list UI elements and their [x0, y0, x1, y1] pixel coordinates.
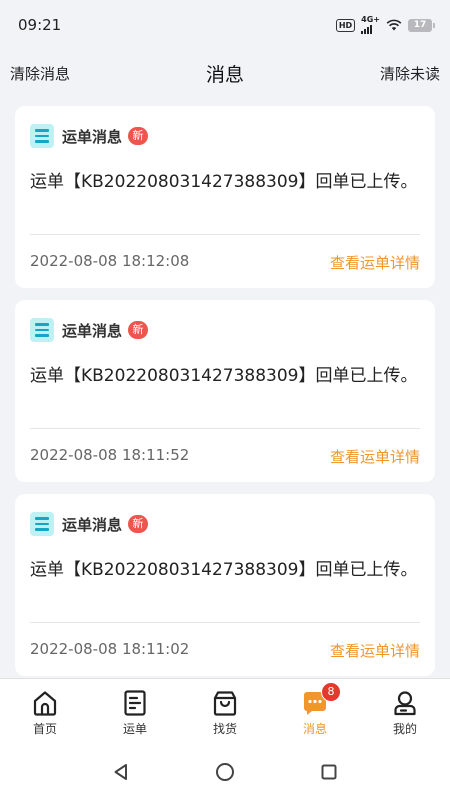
home-icon — [33, 691, 57, 716]
system-nav-bar — [0, 744, 450, 800]
message-card[interactable]: 运单消息 新 运单【KB202208031427388309】回单已上传。 20… — [15, 106, 435, 288]
message-time: 2022-08-08 18:11:02 — [30, 640, 190, 658]
status-time: 09:21 — [18, 16, 62, 34]
view-waybill-details-link[interactable]: 查看运单详情 — [330, 252, 420, 273]
message-content: 运单【KB202208031427388309】回单已上传。 — [30, 560, 418, 580]
message-content: 运单【KB202208031427388309】回单已上传。 — [30, 172, 418, 192]
network-type: 4G+ — [361, 15, 380, 24]
divider — [30, 428, 420, 429]
tab-home[interactable]: 首页 — [0, 679, 90, 744]
view-waybill-details-link[interactable]: 查看运单详情 — [330, 640, 420, 661]
tab-messages[interactable]: 8 消息 — [270, 679, 360, 744]
tab-waybill[interactable]: 运单 — [90, 679, 180, 744]
list-icon — [30, 318, 54, 342]
message-card[interactable]: 运单消息 新 运单【KB202208031427388309】回单已上传。 20… — [15, 300, 435, 482]
profile-icon — [394, 691, 416, 716]
battery-level: 17 — [413, 19, 427, 30]
status-bar: 09:21 HD 4G+ 17 — [0, 0, 450, 50]
home-circle-icon — [216, 763, 234, 781]
nav-recents-button[interactable] — [317, 760, 341, 784]
message-time: 2022-08-08 18:12:08 — [30, 252, 190, 270]
list-icon — [30, 512, 54, 536]
divider — [30, 622, 420, 623]
tab-label: 消息 — [302, 722, 327, 736]
clear-messages-button[interactable]: 清除消息 — [10, 63, 70, 84]
new-badge: 新 — [128, 515, 149, 533]
message-type: 运单消息 — [62, 321, 123, 340]
wifi-icon — [386, 19, 402, 31]
tab-profile[interactable]: 我的 — [360, 679, 450, 744]
view-waybill-details-link[interactable]: 查看运单详情 — [330, 446, 420, 467]
message-header: 运单消息 新 — [30, 124, 149, 148]
tab-label: 运单 — [122, 722, 147, 736]
waybill-icon — [124, 690, 146, 716]
nav-back-button[interactable] — [109, 760, 133, 784]
status-icons: HD 4G+ 17 — [335, 16, 435, 34]
unread-count-badge: 8 — [321, 682, 341, 702]
bottom-tab-bar: 首页 运单 找货 8 消息 我的 — [0, 678, 450, 744]
tab-find-cargo[interactable]: 找货 — [180, 679, 270, 744]
clear-unread-button[interactable]: 清除未读 — [380, 63, 440, 84]
message-list[interactable]: 运单消息 新 运单【KB202208031427388309】回单已上传。 20… — [0, 96, 450, 678]
cellular-signal-icon: 4G+ — [361, 16, 380, 34]
message-header: 运单消息 新 — [30, 512, 149, 536]
find-cargo-icon — [213, 691, 237, 716]
tab-label: 首页 — [32, 722, 57, 736]
message-card[interactable]: 运单消息 新 运单【KB202208031427388309】回单已上传。 20… — [15, 494, 435, 676]
tab-label: 我的 — [392, 722, 417, 736]
tab-label: 找货 — [212, 722, 237, 736]
new-badge: 新 — [128, 127, 149, 145]
list-icon — [30, 124, 54, 148]
divider — [30, 234, 420, 235]
message-type: 运单消息 — [62, 127, 123, 146]
message-content: 运单【KB202208031427388309】回单已上传。 — [30, 366, 418, 386]
back-icon — [114, 764, 127, 780]
message-header: 运单消息 新 — [30, 318, 149, 342]
message-type: 运单消息 — [62, 515, 123, 534]
hd-icon: HD — [335, 18, 356, 32]
nav-home-button[interactable] — [213, 760, 237, 784]
new-badge: 新 — [128, 321, 149, 339]
battery-icon: 17 — [408, 18, 435, 32]
message-time: 2022-08-08 18:11:52 — [30, 446, 190, 464]
recents-icon — [321, 764, 337, 780]
page-header: 清除消息 消息 清除未读 — [0, 50, 450, 96]
